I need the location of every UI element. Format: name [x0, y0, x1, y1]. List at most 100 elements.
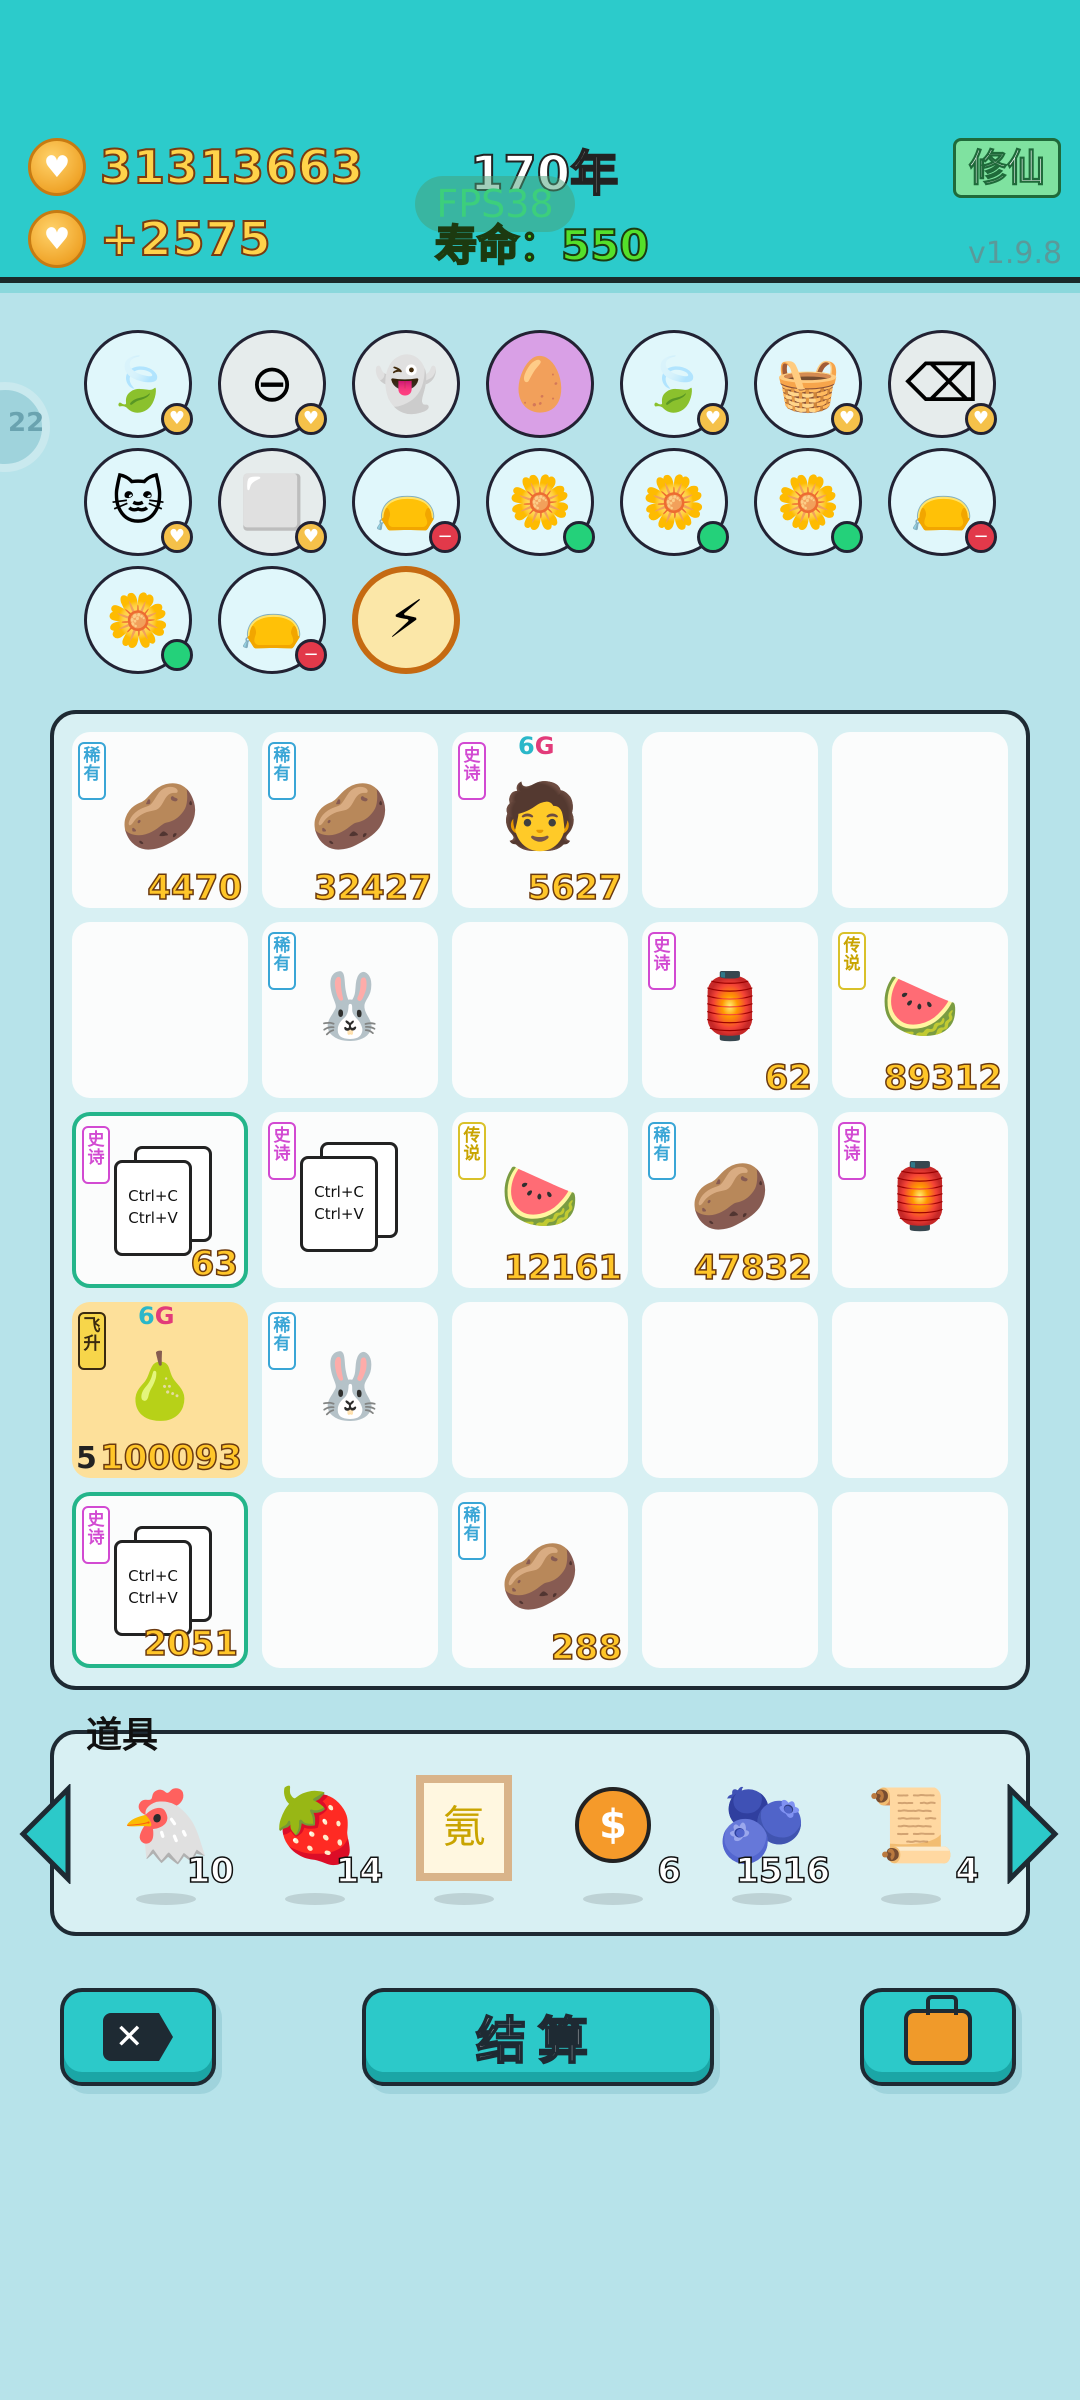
- prop-chicken[interactable]: 🐔 10: [106, 1775, 235, 1905]
- leaf-icon[interactable]: 🍃 ♥: [84, 330, 193, 438]
- backpack-button[interactable]: [860, 1988, 1016, 2086]
- item-count: 2051: [143, 1623, 239, 1665]
- lightning-icon[interactable]: ⚡: [352, 566, 460, 674]
- copy-paste-icon: Ctrl+C Ctrl+V: [114, 1146, 214, 1256]
- grid-cell-rabbit-house[interactable]: 史 诗 🏮 62: [642, 922, 818, 1099]
- grid-cell-rabbit-house[interactable]: 史 诗 🏮: [832, 1112, 1008, 1288]
- grid-cell-copy-paste[interactable]: 史 诗 Ctrl+C Ctrl+V: [262, 1112, 438, 1288]
- ghost-icon[interactable]: 👻: [352, 330, 460, 438]
- grid-cell-empty[interactable]: [642, 1492, 818, 1668]
- flower-pot-icon[interactable]: 🌼: [84, 566, 193, 674]
- prop-coin[interactable]: $6: [553, 1775, 682, 1905]
- grid-cell-potato[interactable]: 稀 有 🥔 288: [452, 1492, 628, 1669]
- flower-pot-icon[interactable]: 🌼: [620, 448, 729, 556]
- active-badge-icon: [831, 521, 863, 553]
- grid-cell-empty[interactable]: [452, 1302, 628, 1478]
- potato-icon: 🥔: [120, 779, 200, 854]
- grid-cell-empty[interactable]: [642, 732, 818, 908]
- grid-cell-empty[interactable]: [832, 1302, 1008, 1478]
- sixg-badge: 6G: [518, 732, 554, 760]
- side-timer-button[interactable]: 22: [0, 382, 50, 472]
- briefcase-icon: [904, 1995, 972, 2065]
- xiuxian-button[interactable]: 修仙: [953, 138, 1061, 198]
- item-level: 5: [76, 1441, 97, 1476]
- item-count: 89312: [883, 1057, 1003, 1099]
- prop-shadow: [434, 1893, 494, 1905]
- prop-scroll-frame[interactable]: 氪: [404, 1775, 524, 1905]
- grid-cell-potato[interactable]: 稀 有 🥔 47832: [642, 1112, 818, 1289]
- rarity-tag: 传 说: [458, 1122, 486, 1180]
- discard-button[interactable]: ✕: [60, 1988, 216, 2086]
- potato-icon: 🥔: [500, 1539, 580, 1614]
- leaf-icon[interactable]: 🍃 ♥: [620, 330, 729, 438]
- flower-pot-icon[interactable]: 🌼: [754, 448, 863, 556]
- settle-button[interactable]: 结算: [362, 1988, 714, 2086]
- egg-icon[interactable]: 🥚: [486, 330, 594, 438]
- coin-total: 31313663: [99, 139, 365, 195]
- grid-cell-empty[interactable]: [832, 732, 1008, 908]
- coin-total-row: ♥ 31313663: [28, 138, 364, 196]
- active-badge-icon: [161, 639, 193, 671]
- golden-pears-icon: 🍐: [120, 1349, 200, 1424]
- item-count: 32427: [313, 867, 433, 909]
- copy-text: Ctrl+C: [314, 1183, 364, 1201]
- sixg-g: G: [154, 1302, 175, 1330]
- cat-icon[interactable]: 🐱 ♥: [84, 448, 193, 556]
- grid-cell-empty[interactable]: [452, 922, 628, 1098]
- prop-strawberry[interactable]: 🍓 14: [255, 1775, 384, 1905]
- heart-badge-icon: ♥: [295, 403, 327, 435]
- grid-cell-golden-pears[interactable]: 飞 升 6G 🍐 5 100093: [72, 1302, 248, 1479]
- tofu-icon[interactable]: ⬜ ♥: [218, 448, 327, 556]
- grid-cell-rabbit[interactable]: 稀 有 🐰: [262, 1302, 438, 1478]
- coin-icon: ♥: [28, 210, 86, 268]
- scroll-frame-icon: 氪: [416, 1775, 512, 1881]
- sack-icon[interactable]: 👝 −: [218, 566, 327, 674]
- grid-cell-empty[interactable]: [72, 922, 248, 1098]
- sack-icon[interactable]: 👝 −: [352, 448, 461, 556]
- minus-badge-icon: −: [295, 639, 327, 671]
- grid-cell-potato[interactable]: 稀 有 🥔 32427: [262, 732, 438, 909]
- grid-cell-copy-paste[interactable]: 史 诗 Ctrl+C Ctrl+V 2051: [72, 1492, 248, 1668]
- copy-paste-icon: Ctrl+C Ctrl+V: [300, 1142, 400, 1252]
- item-count: 47832: [693, 1247, 813, 1289]
- grid-cell-empty[interactable]: [642, 1302, 818, 1478]
- grid-cell-face[interactable]: 史 诗 6G 🧑 5627: [452, 732, 628, 909]
- legend-cards-icon: 📜: [866, 1783, 956, 1867]
- prop-shadow: [583, 1893, 643, 1905]
- item-count: 288: [550, 1627, 622, 1669]
- item-count: 100093: [99, 1437, 242, 1479]
- heart-badge-icon: ♥: [295, 521, 327, 553]
- item-count: 12161: [503, 1247, 623, 1289]
- minus-badge-icon: −: [429, 521, 461, 553]
- fruit-basket-icon[interactable]: 🧺 ♥: [754, 330, 863, 438]
- heart-badge-icon: ♥: [161, 403, 193, 435]
- prop-legend-cards[interactable]: 📜 4: [851, 1775, 980, 1905]
- prop-shadow: [732, 1893, 792, 1905]
- arrow-right-icon[interactable]: [1004, 1784, 1060, 1884]
- grid-cell-watermelon[interactable]: 传 说 🍉 89312: [832, 922, 1008, 1099]
- heart-badge-icon: ♥: [831, 403, 863, 435]
- grid-cell-potato[interactable]: 稀 有 🥔 4470: [72, 732, 248, 909]
- prop-blueberry[interactable]: 🫐 1516: [702, 1775, 831, 1905]
- potato-icon: 🥔: [690, 1159, 770, 1234]
- coin-icon: ♥: [28, 138, 86, 196]
- rarity-tag: 史 诗: [268, 1122, 296, 1180]
- delete-tag-icon[interactable]: ⌫ ♥: [888, 330, 997, 438]
- sack-icon[interactable]: 👝 −: [888, 448, 997, 556]
- flower-pot-icon[interactable]: 🌼: [486, 448, 595, 556]
- copy-paste-icon: Ctrl+C Ctrl+V: [114, 1526, 214, 1636]
- grid-cell-empty[interactable]: [832, 1492, 1008, 1668]
- rabbit-icon: 🐰: [310, 969, 390, 1044]
- props-title: 道具: [86, 1715, 159, 1756]
- coin-rate-row: ♥ +2575: [28, 210, 272, 268]
- grid-cell-empty[interactable]: [262, 1492, 438, 1668]
- grid-cell-rabbit[interactable]: 稀 有 🐰: [262, 922, 438, 1098]
- arrow-left-icon[interactable]: [18, 1784, 74, 1884]
- top-status-bar: ♥ 31313663 ♥ +2575 170年 FPS38 寿命：550 修仙 …: [0, 0, 1080, 293]
- no-entry-icon[interactable]: ⊖ ♥: [218, 330, 327, 438]
- prop-count: 1516: [735, 1850, 831, 1892]
- grid-cell-watermelon[interactable]: 传 说 🍉 12161: [452, 1112, 628, 1289]
- paste-text: Ctrl+V: [128, 1589, 178, 1607]
- grid-cell-copy-paste[interactable]: 史 诗 Ctrl+C Ctrl+V 63: [72, 1112, 248, 1288]
- item-count: 4470: [147, 867, 243, 909]
